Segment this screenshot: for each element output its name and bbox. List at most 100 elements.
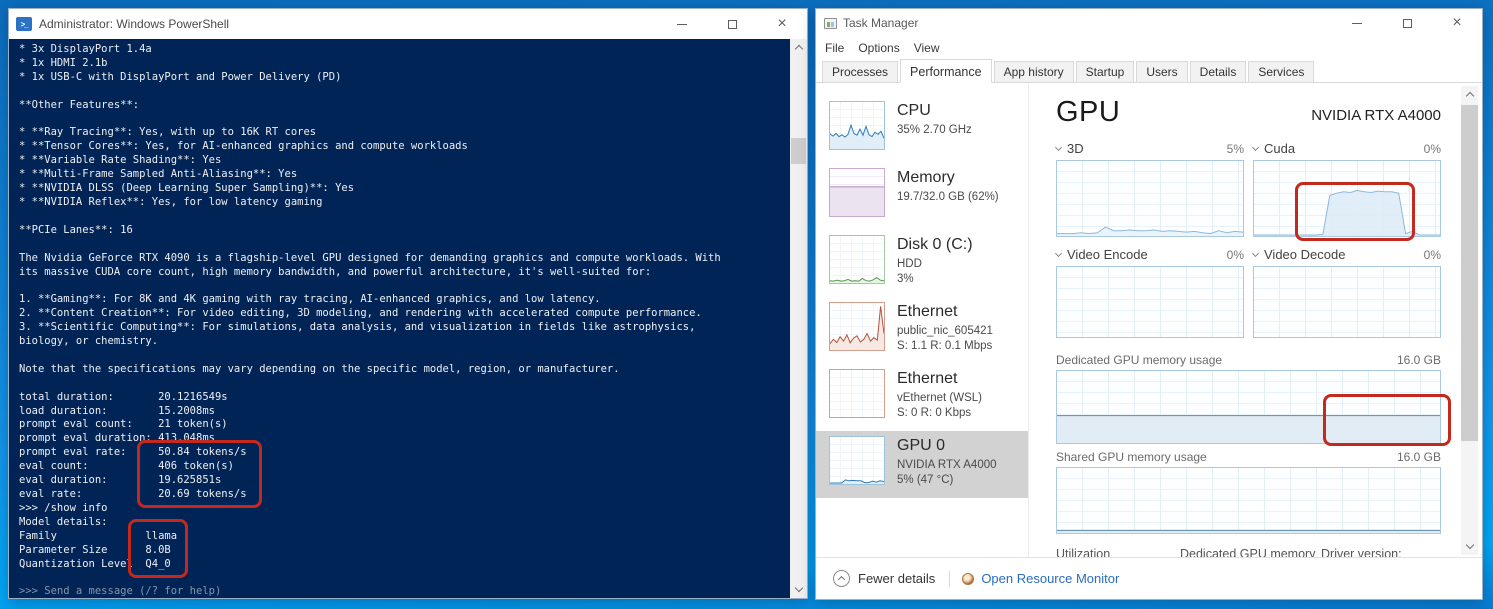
console-output: * 3x DisplayPort 1.4a * 1x HDMI 2.1b * 1x … <box>9 39 790 598</box>
menu-bar: File Options View <box>816 37 1482 59</box>
console-line: **PCIe Lanes**: 16 <box>19 223 133 236</box>
gpu-model-name: NVIDIA RTX A4000 <box>1311 107 1441 124</box>
gpu-cuda-chart <box>1253 160 1441 237</box>
menu-view[interactable]: View <box>914 41 940 55</box>
scroll-down-icon[interactable] <box>790 581 807 598</box>
sidebar-item-title: Ethernet <box>897 303 958 320</box>
console-line: * 3x DisplayPort 1.4a <box>19 43 152 55</box>
chevron-down-icon <box>1251 249 1260 257</box>
console-line: Model details: <box>19 515 108 528</box>
gpu-video-decode-chart <box>1253 266 1441 338</box>
scroll-up-icon[interactable] <box>1461 86 1478 103</box>
chart-label: Video Encode <box>1067 247 1148 262</box>
console-line: >>> Send a message (/? for help) <box>19 585 222 598</box>
chart-label: Cuda <box>1264 141 1296 156</box>
fewer-details-icon <box>833 570 850 587</box>
dedicated-gpu-memory-label: Dedicated GPU memory <box>1180 547 1316 557</box>
console-line: * 1x USB-C with DisplayPort and Power De… <box>19 70 342 83</box>
open-resource-monitor-link[interactable]: Open Resource Monitor <box>981 571 1119 586</box>
tab-details[interactable]: Details <box>1189 61 1247 82</box>
tab-users[interactable]: Users <box>1136 61 1188 82</box>
console-line: * **Ray Tracing**: Yes, with up to 16K R… <box>19 126 317 139</box>
chevron-down-icon <box>1054 249 1063 257</box>
minimize-button[interactable] <box>1332 9 1382 37</box>
powershell-console[interactable]: * 3x DisplayPort 1.4a * 1x HDMI 2.1b * 1x … <box>9 39 807 598</box>
footer-divider <box>949 570 951 587</box>
footer-bar: Fewer details Open Resource Monitor <box>816 557 1482 599</box>
sidebar-item-sub: 5% (47 °C) <box>897 474 954 486</box>
chart-label: 3D <box>1067 141 1084 156</box>
scrollbar-thumb[interactable] <box>791 138 806 164</box>
console-line: prompt eval duration: 413.048ms <box>19 432 215 445</box>
powershell-icon: >_ <box>16 17 32 31</box>
maximize-button[interactable] <box>1382 9 1432 37</box>
sidebar-item-title: Memory <box>897 169 955 186</box>
tab-app-history[interactable]: App history <box>993 61 1074 82</box>
tab-processes[interactable]: Processes <box>822 61 899 82</box>
minimize-button[interactable] <box>657 9 707 39</box>
performance-panel: CPU 35% 2.70 GHz Memory 19.7/32.0 GB (62… <box>816 84 1482 557</box>
menu-file[interactable]: File <box>825 41 844 55</box>
gpu-detail-panel: GPU NVIDIA RTX A4000 3D 5% Cuda 0% Video… <box>1054 84 1441 557</box>
shared-memory-label: Shared GPU memory usage <box>1056 450 1207 464</box>
memory-mini-chart <box>829 168 885 217</box>
chart-header-3d[interactable]: 3D 5% <box>1054 141 1244 156</box>
gpu-panel-title: GPU <box>1056 96 1121 128</box>
shared-gpu-memory-chart <box>1056 467 1441 534</box>
sidebar-item-sub: public_nic_605421 <box>897 325 993 337</box>
chart-header-video-encode[interactable]: Video Encode 0% <box>1054 247 1244 262</box>
chart-value: 0% <box>1423 247 1441 262</box>
powershell-titlebar[interactable]: >_ Administrator: Windows PowerShell × <box>9 9 807 39</box>
console-line: prompt eval count: 21 token(s) <box>19 418 228 431</box>
console-scrollbar[interactable] <box>790 39 807 598</box>
maximize-icon <box>727 19 737 29</box>
console-line: Quantization Level Q4_0 <box>19 557 171 570</box>
sidebar-item-gpu0[interactable]: GPU 0 NVIDIA RTX A4000 5% (47 °C) <box>816 431 1028 498</box>
close-button[interactable]: × <box>757 9 807 39</box>
console-line: biology, or chemistry. <box>19 335 159 348</box>
sidebar-item-ethernet-wsl[interactable]: Ethernet vEthernet (WSL) S: 0 R: 0 Kbps <box>816 364 1028 431</box>
powershell-title: Administrator: Windows PowerShell <box>39 17 230 31</box>
chart-header-video-decode[interactable]: Video Decode 0% <box>1251 247 1441 262</box>
sidebar-item-title: Disk 0 (C:) <box>897 236 973 253</box>
console-line: Parameter Size 8.0B <box>19 543 171 556</box>
console-line: prompt eval rate: 50.84 tokens/s <box>19 446 247 459</box>
sidebar-item-sub: HDD <box>897 258 922 270</box>
chart-value: 0% <box>1423 141 1441 156</box>
tab-bar: Processes Performance App history Startu… <box>816 59 1482 83</box>
sidebar-item-memory[interactable]: Memory 19.7/32.0 GB (62%) <box>816 163 1028 230</box>
sidebar-item-cpu[interactable]: CPU 35% 2.70 GHz <box>816 96 1028 163</box>
console-line: Note that the specifications may vary de… <box>19 362 620 375</box>
powershell-window: >_ Administrator: Windows PowerShell × *… <box>8 8 808 599</box>
console-line: 1. **Gaming**: For 8K and 4K gaming with… <box>19 293 601 306</box>
gpu-mini-chart <box>829 436 885 485</box>
close-icon: × <box>1452 14 1462 31</box>
tab-startup[interactable]: Startup <box>1075 61 1135 82</box>
sidebar-item-disk[interactable]: Disk 0 (C:) HDD 3% <box>816 230 1028 297</box>
panel-scrollbar[interactable] <box>1461 86 1478 555</box>
dedicated-memory-label: Dedicated GPU memory usage <box>1056 353 1223 367</box>
gpu-stats-row: Utilization Dedicated GPU memory Driver … <box>1056 547 1441 557</box>
scroll-up-icon[interactable] <box>790 39 807 56</box>
scroll-down-icon[interactable] <box>1461 538 1478 555</box>
chevron-down-icon <box>1251 143 1260 151</box>
dedicated-gpu-memory-chart <box>1056 370 1441 444</box>
resource-monitor-icon <box>962 572 975 585</box>
scrollbar-thumb[interactable] <box>1461 105 1478 441</box>
tab-performance[interactable]: Performance <box>900 59 992 83</box>
console-line: load duration: 15.2008ms <box>19 404 215 417</box>
maximize-button[interactable] <box>707 9 757 39</box>
chart-header-cuda[interactable]: Cuda 0% <box>1251 141 1441 156</box>
menu-options[interactable]: Options <box>858 41 899 55</box>
tab-services[interactable]: Services <box>1248 61 1315 82</box>
fewer-details-button[interactable]: Fewer details <box>858 571 935 586</box>
task-manager-titlebar[interactable]: Task Manager × <box>816 9 1482 37</box>
sidebar-item-ethernet-public[interactable]: Ethernet public_nic_605421 S: 1.1 R: 0.1… <box>816 297 1028 364</box>
console-line: * **Tensor Cores**: Yes, for AI-enhanced… <box>19 140 468 153</box>
close-button[interactable]: × <box>1432 9 1482 37</box>
console-line: total duration: 20.1216549s <box>19 390 228 403</box>
console-line: >>> /show info <box>19 501 108 514</box>
